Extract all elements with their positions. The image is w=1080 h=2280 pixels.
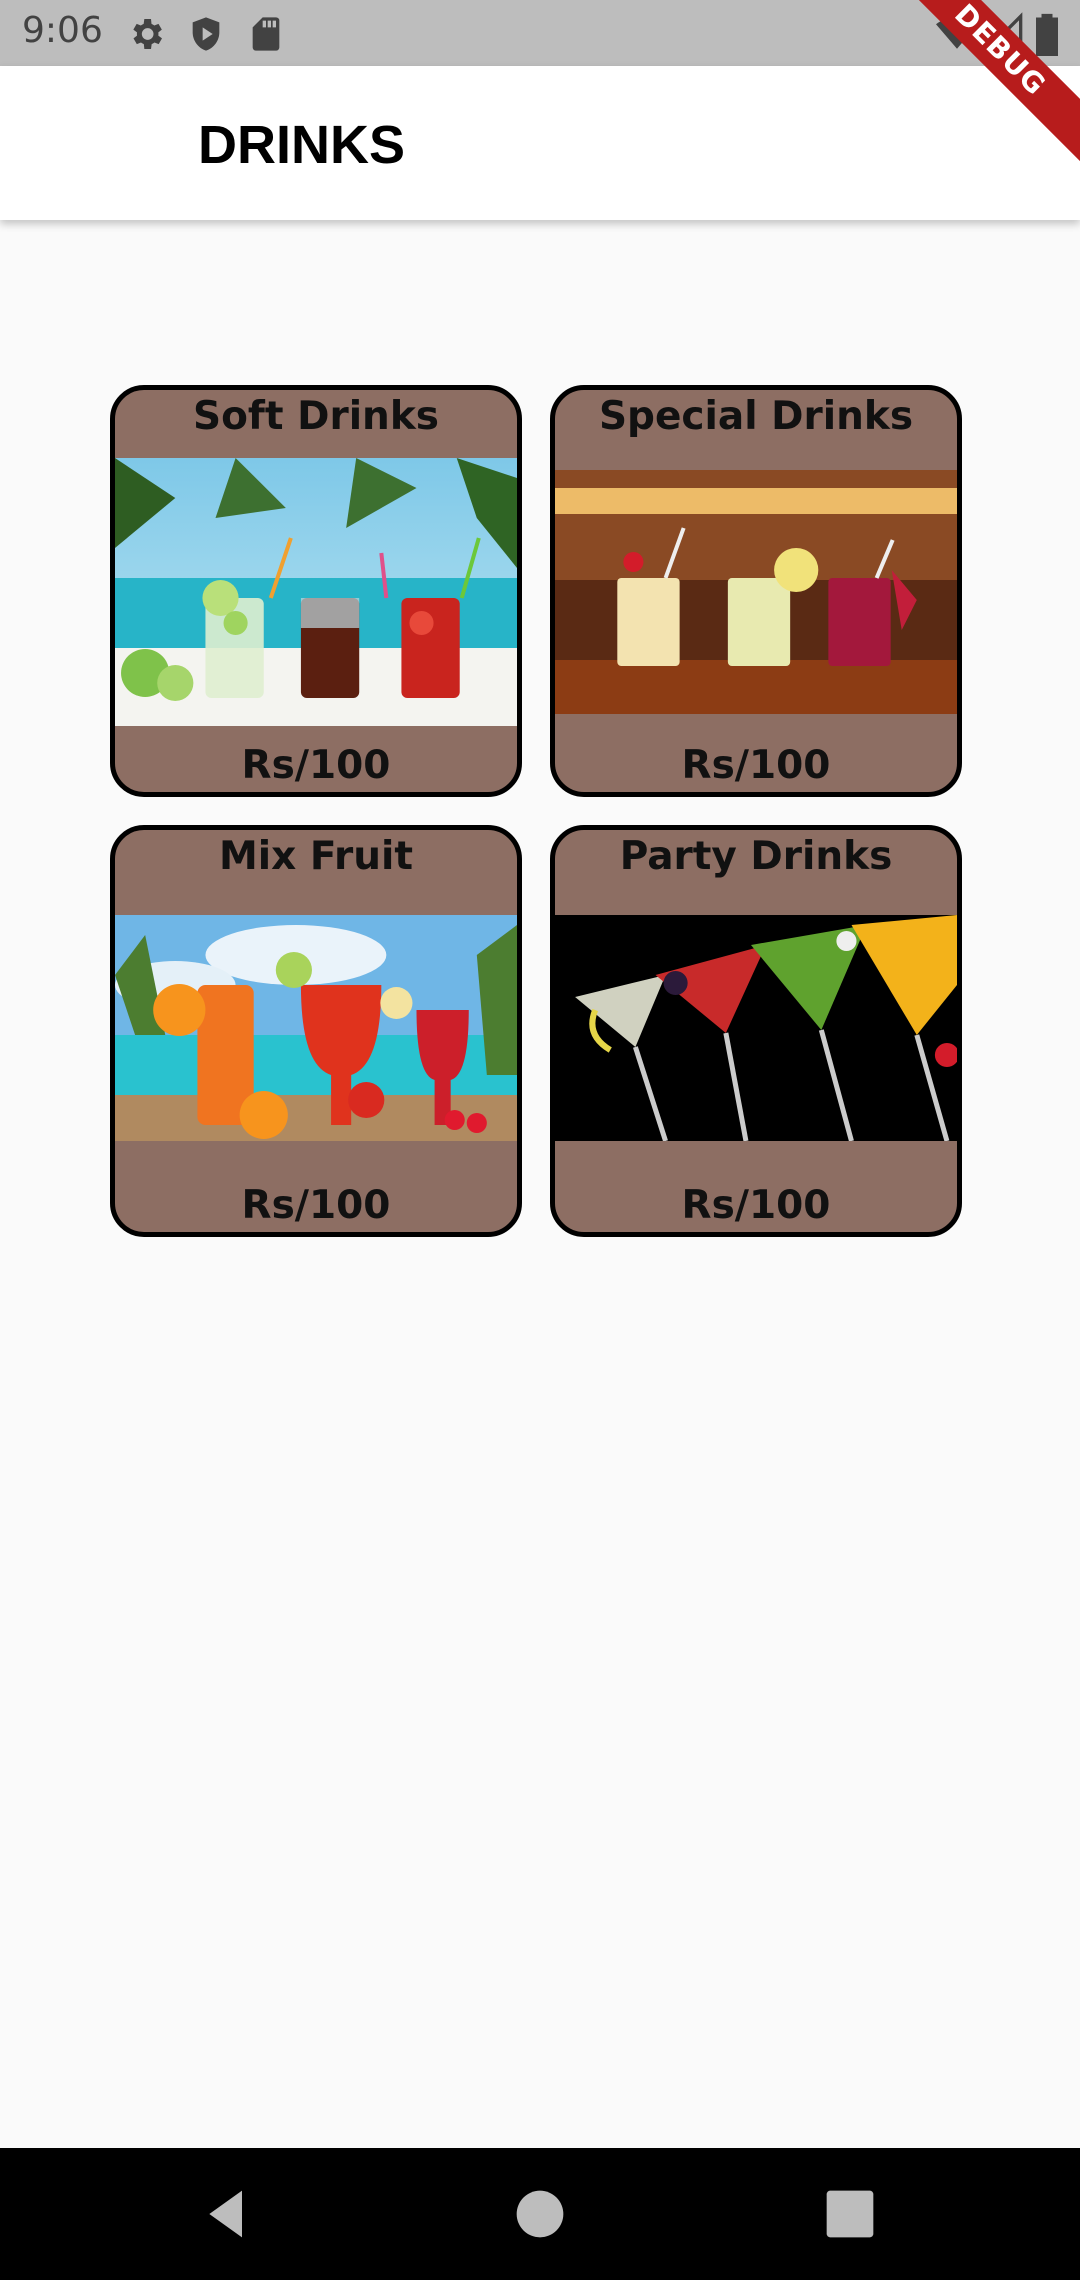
card-price: Rs/100 — [241, 743, 391, 788]
back-icon[interactable] — [200, 2186, 256, 2242]
app-bar: DRINKS — [0, 66, 1080, 220]
soft-drinks-image — [115, 458, 517, 726]
card-mix-fruit[interactable]: Mix Fruit Rs/100 — [110, 825, 522, 1237]
navigation-bar — [0, 2148, 1080, 2280]
card-party-drinks[interactable]: Party Drinks Rs/100 — [550, 825, 962, 1237]
recents-icon[interactable] — [822, 2186, 878, 2242]
home-icon[interactable] — [512, 2186, 568, 2242]
card-price: Rs/100 — [681, 1183, 831, 1228]
sd-card-icon — [252, 17, 280, 51]
battery-icon — [1036, 13, 1058, 56]
card-title: Special Drinks — [598, 394, 914, 439]
party-drinks-image — [555, 915, 957, 1141]
card-title: Party Drinks — [619, 834, 893, 879]
special-drinks-image — [555, 470, 957, 714]
gear-icon — [133, 19, 162, 49]
page-title: DRINKS — [198, 115, 406, 175]
card-price: Rs/100 — [681, 743, 831, 788]
card-soft-drinks[interactable]: Soft Drinks Rs/100 — [110, 385, 522, 797]
shield-play-icon — [192, 17, 220, 51]
card-price: Rs/100 — [241, 1183, 391, 1228]
status-bar: 9:06 — [0, 0, 1080, 66]
card-title: Soft Drinks — [193, 394, 439, 439]
card-special-drinks[interactable]: Special Drinks Rs/100 — [550, 385, 962, 797]
card-title: Mix Fruit — [218, 834, 414, 879]
mix-fruit-image — [115, 915, 517, 1141]
status-time: 9:06 — [22, 10, 103, 51]
drinks-grid: Soft Drinks Rs/100 Special Drinks Rs/100… — [110, 385, 962, 1237]
